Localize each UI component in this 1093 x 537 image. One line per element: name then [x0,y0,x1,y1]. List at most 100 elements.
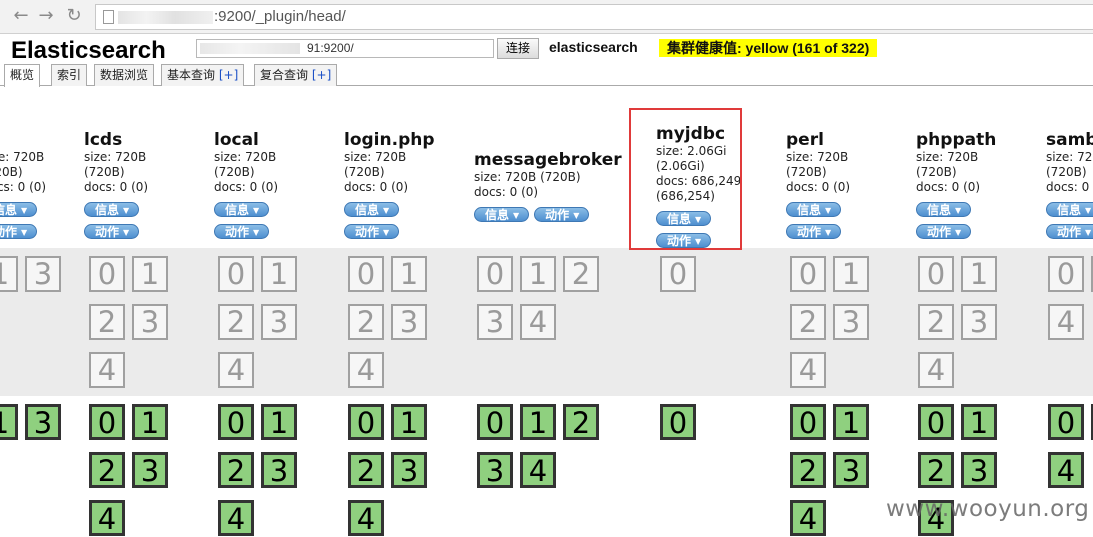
replica-shard[interactable]: 0 [1048,256,1084,292]
primary-shard[interactable]: 2 [918,452,954,488]
replica-shard[interactable]: 1 [0,256,18,292]
action-menu-button[interactable]: 动作▼ [916,224,972,239]
primary-shard[interactable]: 0 [660,404,696,440]
index-name[interactable]: lcds [84,130,148,150]
primary-shard[interactable]: 0 [477,404,513,440]
replica-shard[interactable]: 4 [89,352,125,388]
replica-shard[interactable]: 3 [477,304,513,340]
action-menu-button[interactable]: 动作▼ [214,224,270,239]
connect-button[interactable]: 连接 [497,38,539,59]
replica-shard[interactable]: 4 [918,352,954,388]
info-menu-button[interactable]: 信息▼ [1046,202,1093,217]
primary-shard[interactable]: 1 [520,404,556,440]
primary-shard[interactable]: 3 [833,452,869,488]
back-icon[interactable]: ← [10,5,32,27]
replica-shard[interactable]: 2 [218,304,254,340]
tab-overview[interactable]: 概览 [4,64,41,87]
replica-shard[interactable]: 2 [918,304,954,340]
replica-shard[interactable]: 1 [261,256,297,292]
info-menu-button[interactable]: 信息▼ [474,207,530,222]
replica-shard[interactable]: 2 [348,304,384,340]
primary-shard[interactable]: 3 [261,452,297,488]
replica-shard[interactable]: 4 [348,352,384,388]
add-query-link[interactable]: [+] [312,68,331,82]
replica-shard[interactable]: 0 [89,256,125,292]
primary-shard[interactable]: 4 [89,500,125,536]
info-menu-button[interactable]: 信息▼ [0,202,38,217]
index-name[interactable]: gi [0,130,46,150]
primary-shard[interactable]: 2 [563,404,599,440]
primary-shard[interactable]: 1 [833,404,869,440]
index-name[interactable]: perl [786,130,850,150]
tab-compound-query[interactable]: 复合查询 [+] [254,64,338,86]
primary-shard[interactable]: 4 [1048,452,1084,488]
replica-shard[interactable]: 3 [25,256,61,292]
replica-shard[interactable]: 3 [132,304,168,340]
tab-indices[interactable]: 索引 [51,64,88,86]
primary-shard[interactable]: 0 [790,404,826,440]
replica-shard[interactable]: 0 [790,256,826,292]
replica-shard[interactable]: 1 [132,256,168,292]
replica-shard[interactable]: 4 [520,304,556,340]
replica-shard[interactable]: 3 [833,304,869,340]
primary-shard[interactable]: 1 [0,404,18,440]
primary-shard[interactable]: 2 [218,452,254,488]
replica-shard[interactable]: 2 [790,304,826,340]
replica-shard[interactable]: 3 [261,304,297,340]
primary-shard[interactable]: 4 [348,500,384,536]
tab-basic-query[interactable]: 基本查询 [+] [161,64,245,86]
primary-shard[interactable]: 4 [790,500,826,536]
primary-shard[interactable]: 1 [261,404,297,440]
action-menu-button[interactable]: 动作▼ [344,224,400,239]
primary-shard[interactable]: 1 [132,404,168,440]
replica-shard[interactable]: 2 [89,304,125,340]
primary-shard[interactable]: 0 [348,404,384,440]
replica-shard[interactable]: 0 [218,256,254,292]
primary-shard[interactable]: 3 [961,452,997,488]
index-name[interactable]: login.php [344,130,435,150]
primary-shard[interactable]: 2 [89,452,125,488]
replica-shard[interactable]: 3 [961,304,997,340]
primary-shard[interactable]: 3 [391,452,427,488]
action-menu-button[interactable]: 动作▼ [1046,224,1093,239]
info-menu-button[interactable]: 信息▼ [344,202,400,217]
replica-shard[interactable]: 4 [1048,304,1084,340]
primary-shard[interactable]: 0 [89,404,125,440]
primary-shard[interactable]: 3 [477,452,513,488]
replica-shard[interactable]: 2 [563,256,599,292]
primary-shard[interactable]: 4 [520,452,556,488]
primary-shard[interactable]: 0 [918,404,954,440]
reload-icon[interactable]: ↻ [63,5,85,27]
index-name[interactable]: messagebroker [474,150,622,170]
index-name[interactable]: samb [1046,130,1093,150]
replica-shard[interactable]: 0 [918,256,954,292]
replica-shard[interactable]: 1 [391,256,427,292]
replica-shard[interactable]: 1 [520,256,556,292]
replica-shard[interactable]: 4 [218,352,254,388]
primary-shard[interactable]: 1 [961,404,997,440]
replica-shard[interactable]: 0 [660,256,696,292]
primary-shard[interactable]: 2 [790,452,826,488]
primary-shard[interactable]: 0 [1048,404,1084,440]
primary-shard[interactable]: 4 [218,500,254,536]
replica-shard[interactable]: 4 [790,352,826,388]
address-bar[interactable]: :9200/_plugin/head/ [95,4,1093,30]
primary-shard[interactable]: 0 [218,404,254,440]
action-menu-button[interactable]: 动作▼ [786,224,842,239]
action-menu-button[interactable]: 动作▼ [534,207,590,222]
primary-shard[interactable]: 1 [391,404,427,440]
forward-icon[interactable]: → [35,5,57,27]
primary-shard[interactable]: 3 [25,404,61,440]
add-query-link[interactable]: [+] [219,68,238,82]
action-menu-button[interactable]: 动作▼ [0,224,38,239]
replica-shard[interactable]: 3 [391,304,427,340]
tab-browser[interactable]: 数据浏览 [94,64,155,86]
replica-shard[interactable]: 1 [961,256,997,292]
info-menu-button[interactable]: 信息▼ [786,202,842,217]
info-menu-button[interactable]: 信息▼ [214,202,270,217]
action-menu-button[interactable]: 动作▼ [84,224,140,239]
info-menu-button[interactable]: 信息▼ [84,202,140,217]
index-name[interactable]: local [214,130,278,150]
info-menu-button[interactable]: 信息▼ [916,202,972,217]
primary-shard[interactable]: 2 [348,452,384,488]
